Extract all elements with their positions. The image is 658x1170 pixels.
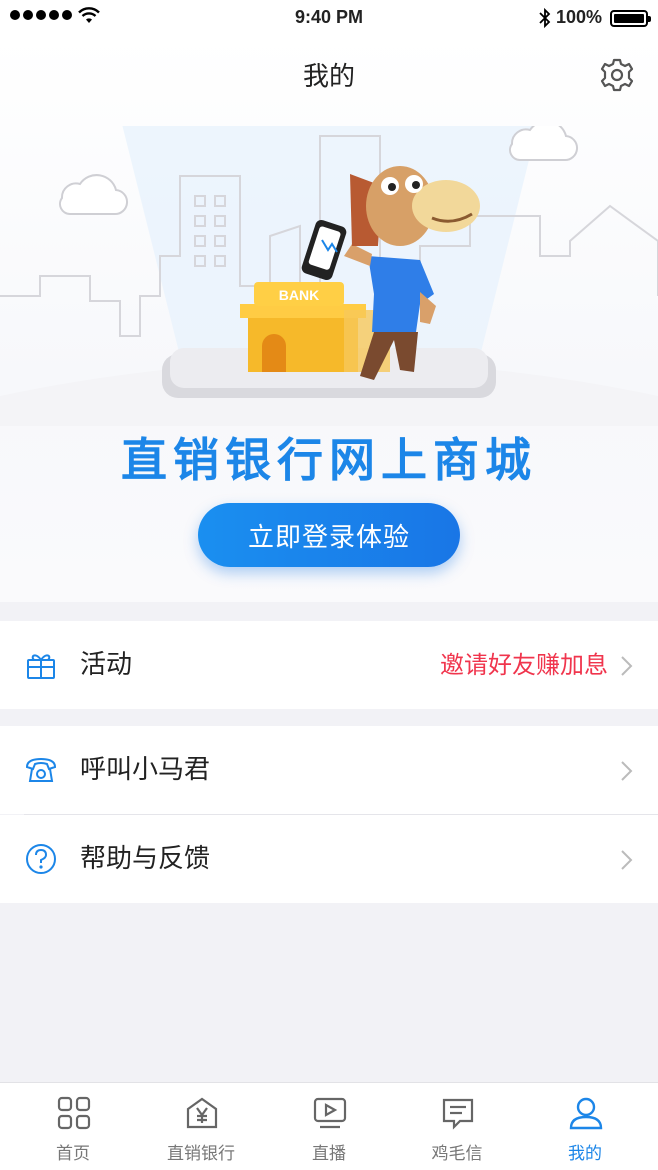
tab-mine[interactable]: 我的 xyxy=(520,1083,650,1170)
chevron-right-icon xyxy=(621,656,633,676)
menu-item-activity-label: 活动 xyxy=(80,650,133,680)
tab-home-label: 首页 xyxy=(56,1144,90,1164)
tab-live-label: 直播 xyxy=(312,1144,346,1164)
question-icon xyxy=(26,844,56,874)
bluetooth-icon xyxy=(539,7,551,29)
hero-banner: 我的 BANK 直销银行网上商城 立即登录体验 xyxy=(0,36,658,602)
menu-item-call-assistant[interactable]: 呼叫小马君 xyxy=(0,726,658,814)
battery-icon xyxy=(610,10,651,27)
bank-mascot-illustration: BANK xyxy=(0,126,658,426)
chevron-right-icon xyxy=(621,850,633,870)
bank-yen-icon xyxy=(186,1097,218,1129)
tab-messages[interactable]: 鸡毛信 xyxy=(392,1083,522,1170)
menu-item-activity[interactable]: 活动 邀请好友赚加息 xyxy=(0,621,658,709)
tab-direct-bank-label: 直销银行 xyxy=(167,1144,235,1164)
page-title: 我的 xyxy=(302,62,355,92)
battery-percentage: 100% xyxy=(556,7,603,27)
grid-icon xyxy=(57,1096,91,1130)
menu-item-help-feedback[interactable]: 帮助与反馈 xyxy=(0,815,658,903)
tab-live[interactable]: 直播 xyxy=(264,1083,394,1170)
menu-item-help-label: 帮助与反馈 xyxy=(80,844,211,874)
invite-friends-promo: 邀请好友赚加息 xyxy=(440,651,608,679)
user-icon xyxy=(569,1097,603,1130)
hero-slogan: 直销银行网上商城 xyxy=(121,433,537,487)
chevron-right-icon xyxy=(621,761,633,781)
play-icon xyxy=(313,1097,347,1129)
tab-direct-bank[interactable]: 直销银行 xyxy=(136,1083,266,1170)
bottom-tab-bar: 首页 直销银行 直播 鸡毛信 我的 xyxy=(0,1082,658,1170)
telephone-icon xyxy=(25,757,57,782)
tab-messages-label: 鸡毛信 xyxy=(431,1144,483,1164)
tab-mine-label: 我的 xyxy=(568,1144,602,1164)
menu-item-call-label: 呼叫小马君 xyxy=(80,755,211,785)
bank-sign-label: BANK xyxy=(279,287,319,303)
gear-icon[interactable] xyxy=(598,56,636,94)
login-button[interactable]: 立即登录体验 xyxy=(198,503,460,567)
gift-icon xyxy=(27,654,55,679)
status-bar: 9:40 PM 100% xyxy=(0,0,658,36)
tab-home[interactable]: 首页 xyxy=(8,1083,138,1170)
message-icon xyxy=(442,1098,474,1130)
